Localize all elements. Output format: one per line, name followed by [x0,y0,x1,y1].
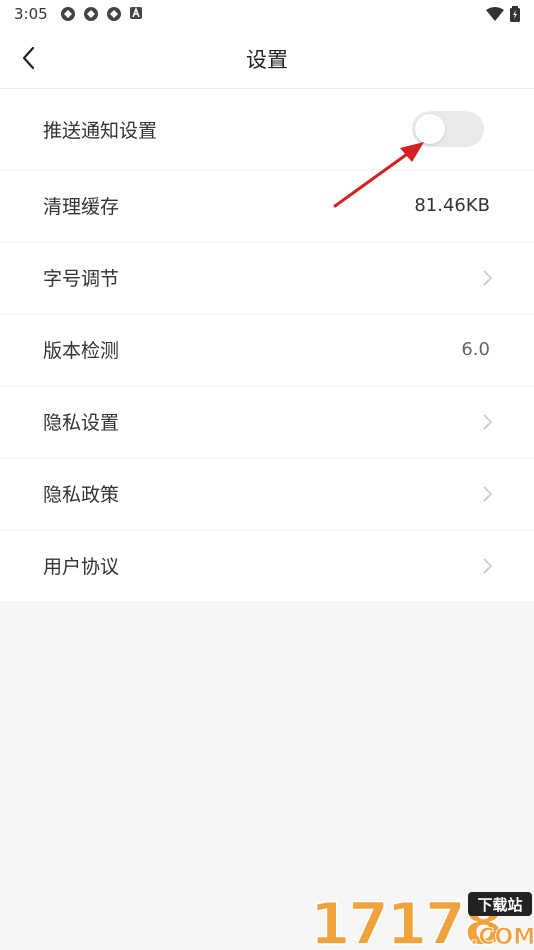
settings-item-label: 字号调节 [43,268,120,290]
settings-item-privacy-policy[interactable]: 隐私政策 [0,458,534,530]
app-notification-icon [84,7,98,21]
page-title: 设置 [246,48,288,72]
wifi-icon [486,7,504,21]
watermark-logo: 17178 下载站 .COM [309,889,534,950]
chevron-right-icon [483,557,493,574]
settings-item-label: 清理缓存 [43,196,120,218]
battery-charging-icon [510,6,520,22]
settings-item-version-check[interactable]: 版本检测 6.0 [0,314,534,386]
app-bar: 设置 [0,28,534,89]
notification-icons [60,6,143,22]
chevron-right-icon [483,413,493,430]
system-icons [486,6,520,22]
app-notification-icon [107,7,121,21]
settings-item-label: 隐私设置 [43,412,120,434]
a-badge-icon [130,6,142,19]
settings-item-label: 隐私政策 [43,484,120,506]
settings-item-user-agreement[interactable]: 用户协议 [0,530,534,601]
watermark-tag: 下载站 [477,896,522,914]
settings-item-push-notifications: 推送通知设置 [0,89,534,170]
settings-item-clear-cache[interactable]: 清理缓存 81.46KB [0,170,534,242]
settings-item-label: 版本检测 [43,340,120,362]
settings-item-font-size[interactable]: 字号调节 [0,242,534,314]
settings-item-label: 用户协议 [43,556,120,578]
app-notification-icon [61,7,75,21]
annotation-arrow-icon [333,142,424,208]
settings-item-label: 推送通知设置 [43,119,158,142]
status-bar: 3:05 [0,0,534,28]
settings-list: 推送通知设置 清理缓存 81.46KB 字号调节 版本检测 6.0 隐私设置 隐… [0,89,534,601]
version-value: 6.0 [461,339,490,360]
settings-item-privacy-settings[interactable]: 隐私设置 [0,386,534,458]
chevron-right-icon [483,269,493,286]
watermark-suffix: .COM [470,925,534,950]
status-time: 3:05 [14,5,48,23]
chevron-right-icon [483,485,493,502]
